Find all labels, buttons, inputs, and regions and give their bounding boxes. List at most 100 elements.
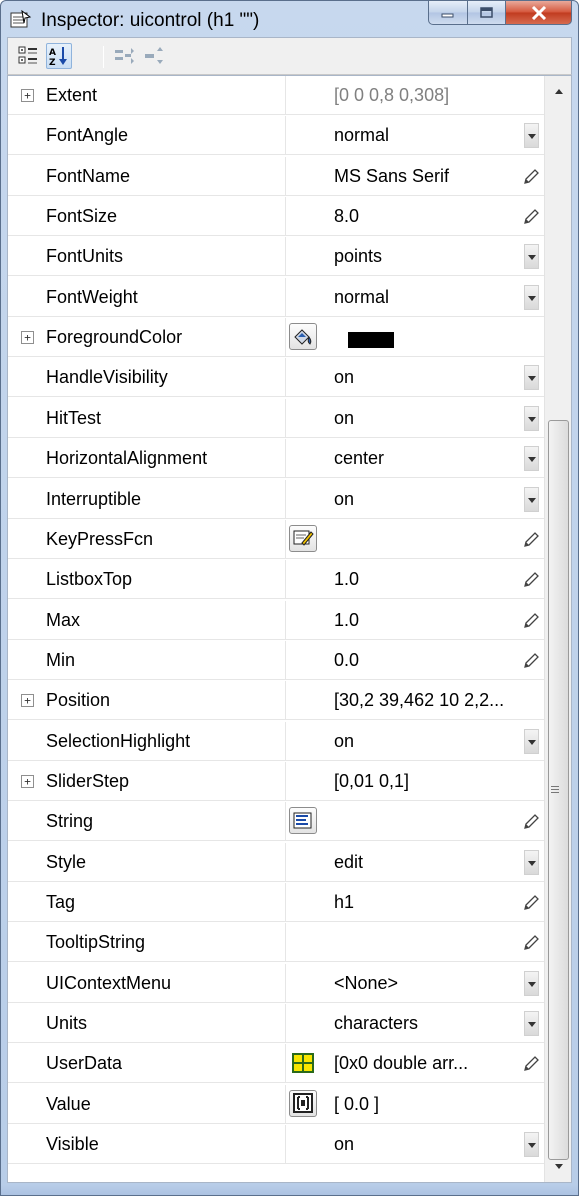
expand-cell bbox=[8, 1044, 46, 1083]
property-row-tag[interactable]: Tag h1 bbox=[8, 883, 544, 922]
property-name: Max bbox=[46, 600, 286, 640]
property-row-fontunits[interactable]: FontUnits points bbox=[8, 237, 544, 277]
callback-editor-button[interactable] bbox=[289, 524, 317, 552]
sort-alphabetical-button[interactable]: A Z bbox=[46, 43, 72, 69]
property-row-string[interactable]: String bbox=[8, 802, 544, 842]
array-editor-button[interactable] bbox=[289, 1049, 317, 1076]
pencil-icon[interactable] bbox=[522, 168, 540, 186]
action-cell bbox=[518, 318, 544, 357]
dropdown-arrow-icon[interactable] bbox=[524, 284, 539, 310]
property-value[interactable]: points bbox=[334, 237, 518, 276]
property-value[interactable]: 1.0 bbox=[334, 560, 518, 599]
property-row-fontweight[interactable]: FontWeight normal bbox=[8, 277, 544, 317]
dropdown-arrow-icon[interactable] bbox=[524, 123, 539, 149]
property-row-handlevisibility[interactable]: HandleVisibility on bbox=[8, 358, 544, 398]
property-row-userdata[interactable]: UserData [0x0 double arr... bbox=[8, 1044, 544, 1084]
dropdown-arrow-icon[interactable] bbox=[524, 1011, 539, 1037]
close-button[interactable] bbox=[506, 1, 572, 25]
pencil-icon[interactable] bbox=[522, 612, 540, 630]
property-row-selectionhighlight[interactable]: SelectionHighlight on bbox=[8, 721, 544, 761]
property-row-uicontextmenu[interactable]: UIContextMenu <None> bbox=[8, 963, 544, 1003]
property-value[interactable]: h1 bbox=[334, 883, 518, 922]
property-row-fontangle[interactable]: FontAngle normal bbox=[8, 116, 544, 156]
expand-plus-icon[interactable]: + bbox=[21, 89, 34, 102]
property-value[interactable]: [ 0.0 ] bbox=[334, 1085, 518, 1124]
scroll-down-button[interactable] bbox=[550, 1156, 567, 1176]
property-value[interactable]: on bbox=[334, 358, 518, 397]
property-row-foregroundcolor[interactable]: + ForegroundColor bbox=[8, 318, 544, 358]
property-row-interruptible[interactable]: Interruptible on bbox=[8, 479, 544, 519]
property-row-sliderstep[interactable]: + SliderStep [0,01 0,1] bbox=[8, 761, 544, 801]
property-row-visible[interactable]: Visible on bbox=[8, 1125, 544, 1165]
property-row-value[interactable]: Value [ 0.0 ] bbox=[8, 1084, 544, 1124]
value-editor-button[interactable] bbox=[289, 1089, 317, 1117]
scroll-up-button[interactable] bbox=[550, 82, 567, 102]
property-row-horizontalalignment[interactable]: HorizontalAlignment center bbox=[8, 439, 544, 479]
dropdown-arrow-icon[interactable] bbox=[524, 486, 539, 512]
pencil-icon[interactable] bbox=[522, 208, 540, 226]
minimize-button[interactable] bbox=[428, 1, 468, 25]
property-value[interactable]: normal bbox=[334, 278, 518, 317]
color-picker-button[interactable] bbox=[289, 323, 317, 351]
property-value[interactable]: on bbox=[334, 399, 518, 438]
property-row-tooltipstring[interactable]: TooltipString bbox=[8, 923, 544, 963]
property-row-keypressfcn[interactable]: KeyPressFcn bbox=[8, 519, 544, 559]
property-value[interactable] bbox=[334, 520, 518, 559]
expand-plus-icon[interactable]: + bbox=[21, 774, 34, 788]
expand-plus-icon[interactable]: + bbox=[21, 694, 34, 708]
expand-all-button[interactable] bbox=[112, 43, 138, 69]
dropdown-arrow-icon[interactable] bbox=[524, 970, 539, 996]
property-value[interactable] bbox=[334, 318, 518, 357]
property-value[interactable]: center bbox=[334, 439, 518, 478]
property-value[interactable]: MS Sans Serif bbox=[334, 157, 518, 196]
property-row-position[interactable]: + Position [30,2 39,462 10 2,2... bbox=[8, 681, 544, 721]
dropdown-arrow-icon[interactable] bbox=[524, 446, 539, 472]
property-value[interactable]: [30,2 39,462 10 2,2... bbox=[334, 681, 518, 720]
property-row-listboxtop[interactable]: ListboxTop 1.0 bbox=[8, 560, 544, 600]
property-value[interactable]: 1.0 bbox=[334, 601, 518, 640]
property-value[interactable]: 0.0 bbox=[334, 641, 518, 680]
property-value[interactable]: [0,01 0,1] bbox=[334, 762, 518, 801]
property-name: SliderStep bbox=[46, 761, 286, 801]
pencil-icon[interactable] bbox=[522, 894, 540, 912]
dropdown-arrow-icon[interactable] bbox=[524, 244, 539, 270]
pencil-icon[interactable] bbox=[522, 934, 540, 952]
property-row-units[interactable]: Units characters bbox=[8, 1004, 544, 1044]
property-row-hittest[interactable]: HitTest on bbox=[8, 398, 544, 438]
property-value[interactable]: on bbox=[334, 722, 518, 761]
pencil-icon[interactable] bbox=[522, 813, 540, 831]
maximize-button[interactable] bbox=[468, 1, 506, 25]
property-value[interactable]: edit bbox=[334, 843, 518, 882]
text-editor-button[interactable] bbox=[289, 807, 317, 835]
vertical-scrollbar[interactable] bbox=[544, 76, 571, 1182]
property-value[interactable]: [0x0 double arr... bbox=[334, 1044, 518, 1083]
collapse-all-button[interactable] bbox=[142, 43, 168, 69]
property-value[interactable] bbox=[334, 802, 518, 841]
dropdown-arrow-icon[interactable] bbox=[524, 405, 539, 431]
property-row-min[interactable]: Min 0.0 bbox=[8, 640, 544, 680]
property-row-fontsize[interactable]: FontSize 8.0 bbox=[8, 197, 544, 237]
expand-plus-icon[interactable]: + bbox=[21, 331, 34, 345]
property-value[interactable]: on bbox=[334, 480, 518, 519]
dropdown-arrow-icon[interactable] bbox=[524, 1132, 539, 1158]
property-row-max[interactable]: Max 1.0 bbox=[8, 600, 544, 640]
pencil-icon[interactable] bbox=[522, 652, 540, 670]
property-value[interactable]: normal bbox=[334, 116, 518, 155]
pencil-icon[interactable] bbox=[522, 1055, 540, 1073]
property-value[interactable]: [0 0 0,8 0,308] bbox=[334, 76, 518, 115]
property-row-style[interactable]: Style edit bbox=[8, 842, 544, 882]
property-row-fontname[interactable]: FontName MS Sans Serif bbox=[8, 156, 544, 196]
property-value[interactable]: on bbox=[334, 1125, 518, 1164]
title-bar[interactable]: Inspector: uicontrol (h1 "") bbox=[1, 1, 578, 39]
dropdown-arrow-icon[interactable] bbox=[524, 849, 539, 875]
property-value[interactable] bbox=[334, 923, 518, 962]
dropdown-arrow-icon[interactable] bbox=[524, 728, 539, 754]
property-value[interactable]: <None> bbox=[334, 964, 518, 1003]
property-row-extent[interactable]: + Extent [0 0 0,8 0,308] bbox=[8, 76, 544, 115]
categorized-view-button[interactable] bbox=[15, 43, 41, 69]
pencil-icon[interactable] bbox=[522, 531, 540, 549]
dropdown-arrow-icon[interactable] bbox=[524, 365, 539, 391]
property-value[interactable]: 8.0 bbox=[334, 197, 518, 236]
pencil-icon[interactable] bbox=[522, 571, 540, 589]
property-value[interactable]: characters bbox=[334, 1004, 518, 1043]
